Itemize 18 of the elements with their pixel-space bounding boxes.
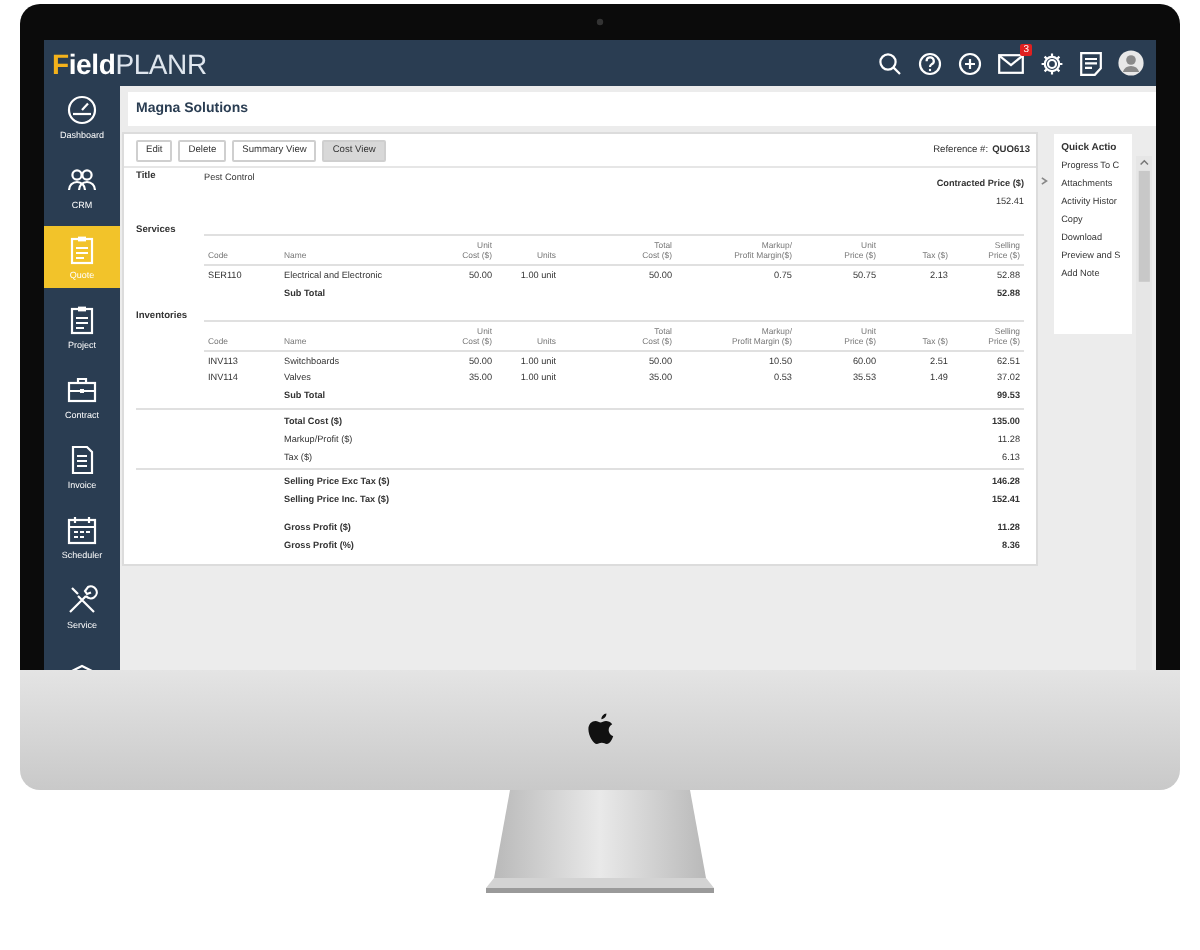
search-icon[interactable] [878, 51, 902, 75]
avatar-icon[interactable] [1118, 50, 1144, 76]
briefcase-icon [66, 374, 98, 406]
settings-icon[interactable] [1040, 51, 1064, 75]
camera-icon [596, 18, 604, 26]
app-logo[interactable]: FieldPLANR [52, 47, 207, 79]
apple-icon [584, 711, 616, 749]
help-icon[interactable] [918, 51, 942, 75]
document-icon [66, 444, 98, 476]
add-icon[interactable] [958, 51, 982, 75]
mail-icon[interactable] [998, 53, 1024, 73]
people-icon [66, 164, 98, 196]
notes-icon[interactable] [1080, 51, 1102, 75]
tools-icon [66, 584, 98, 616]
clipboard-icon [66, 304, 98, 336]
gauge-icon [66, 94, 98, 126]
clipboard-icon [66, 234, 98, 266]
calendar-icon [66, 514, 98, 546]
